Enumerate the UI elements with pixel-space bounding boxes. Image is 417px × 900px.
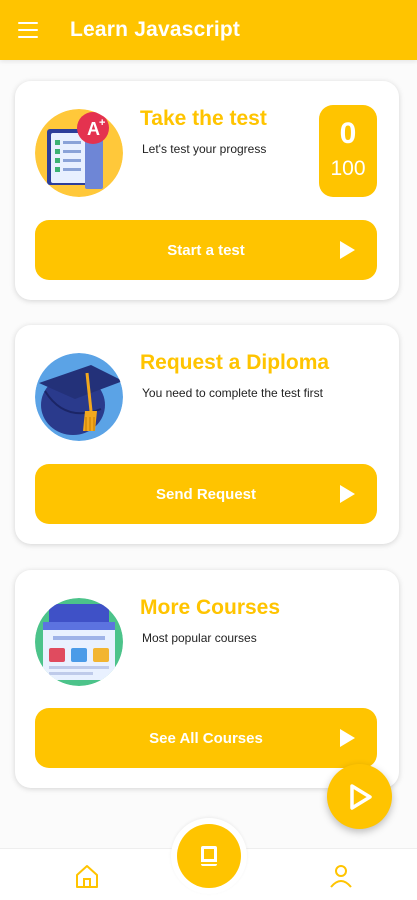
button-label: See All Courses [149,729,263,747]
app-title: Learn Javascript [70,18,241,41]
card-subtitle: Let's test your progress [142,142,267,156]
graduation-cap-icon [35,353,123,441]
start-test-button[interactable]: Start a test [35,220,377,280]
play-icon [340,729,355,747]
request-diploma-card: Request a Diploma You need to complete t… [15,325,399,544]
app-bar: Learn Javascript [0,0,417,60]
profile-icon[interactable] [326,861,356,891]
card-title: More Courses [140,596,281,619]
button-label: Start a test [167,241,245,259]
more-courses-card: More Courses Most popular courses See Al… [15,570,399,788]
play-icon [340,485,355,503]
play-fab-button[interactable] [327,764,392,829]
card-subtitle: You need to complete the test first [142,386,324,400]
send-request-button[interactable]: Send Request [35,464,377,524]
see-all-courses-button[interactable]: See All Courses [35,708,377,768]
score-total: 100 [330,157,366,180]
book-nav-button[interactable] [177,824,241,888]
browser-courses-icon [35,598,123,686]
card-title: Take the test [140,107,267,130]
button-label: Send Request [155,485,257,503]
score-badge: 0 100 [319,105,377,197]
play-outline-icon [349,783,372,810]
card-title: Request a Diploma [140,351,330,374]
card-subtitle: Most popular courses [142,631,257,645]
svg-text:+: + [99,117,105,129]
book-icon [201,846,217,866]
play-icon [340,241,355,259]
exam-a-plus-icon: A + [35,109,123,197]
take-test-card: A + Take the test Let's test your progre… [15,81,399,300]
home-icon[interactable] [72,861,102,891]
hamburger-menu-icon[interactable] [0,0,60,60]
score-value: 0 [339,117,357,150]
